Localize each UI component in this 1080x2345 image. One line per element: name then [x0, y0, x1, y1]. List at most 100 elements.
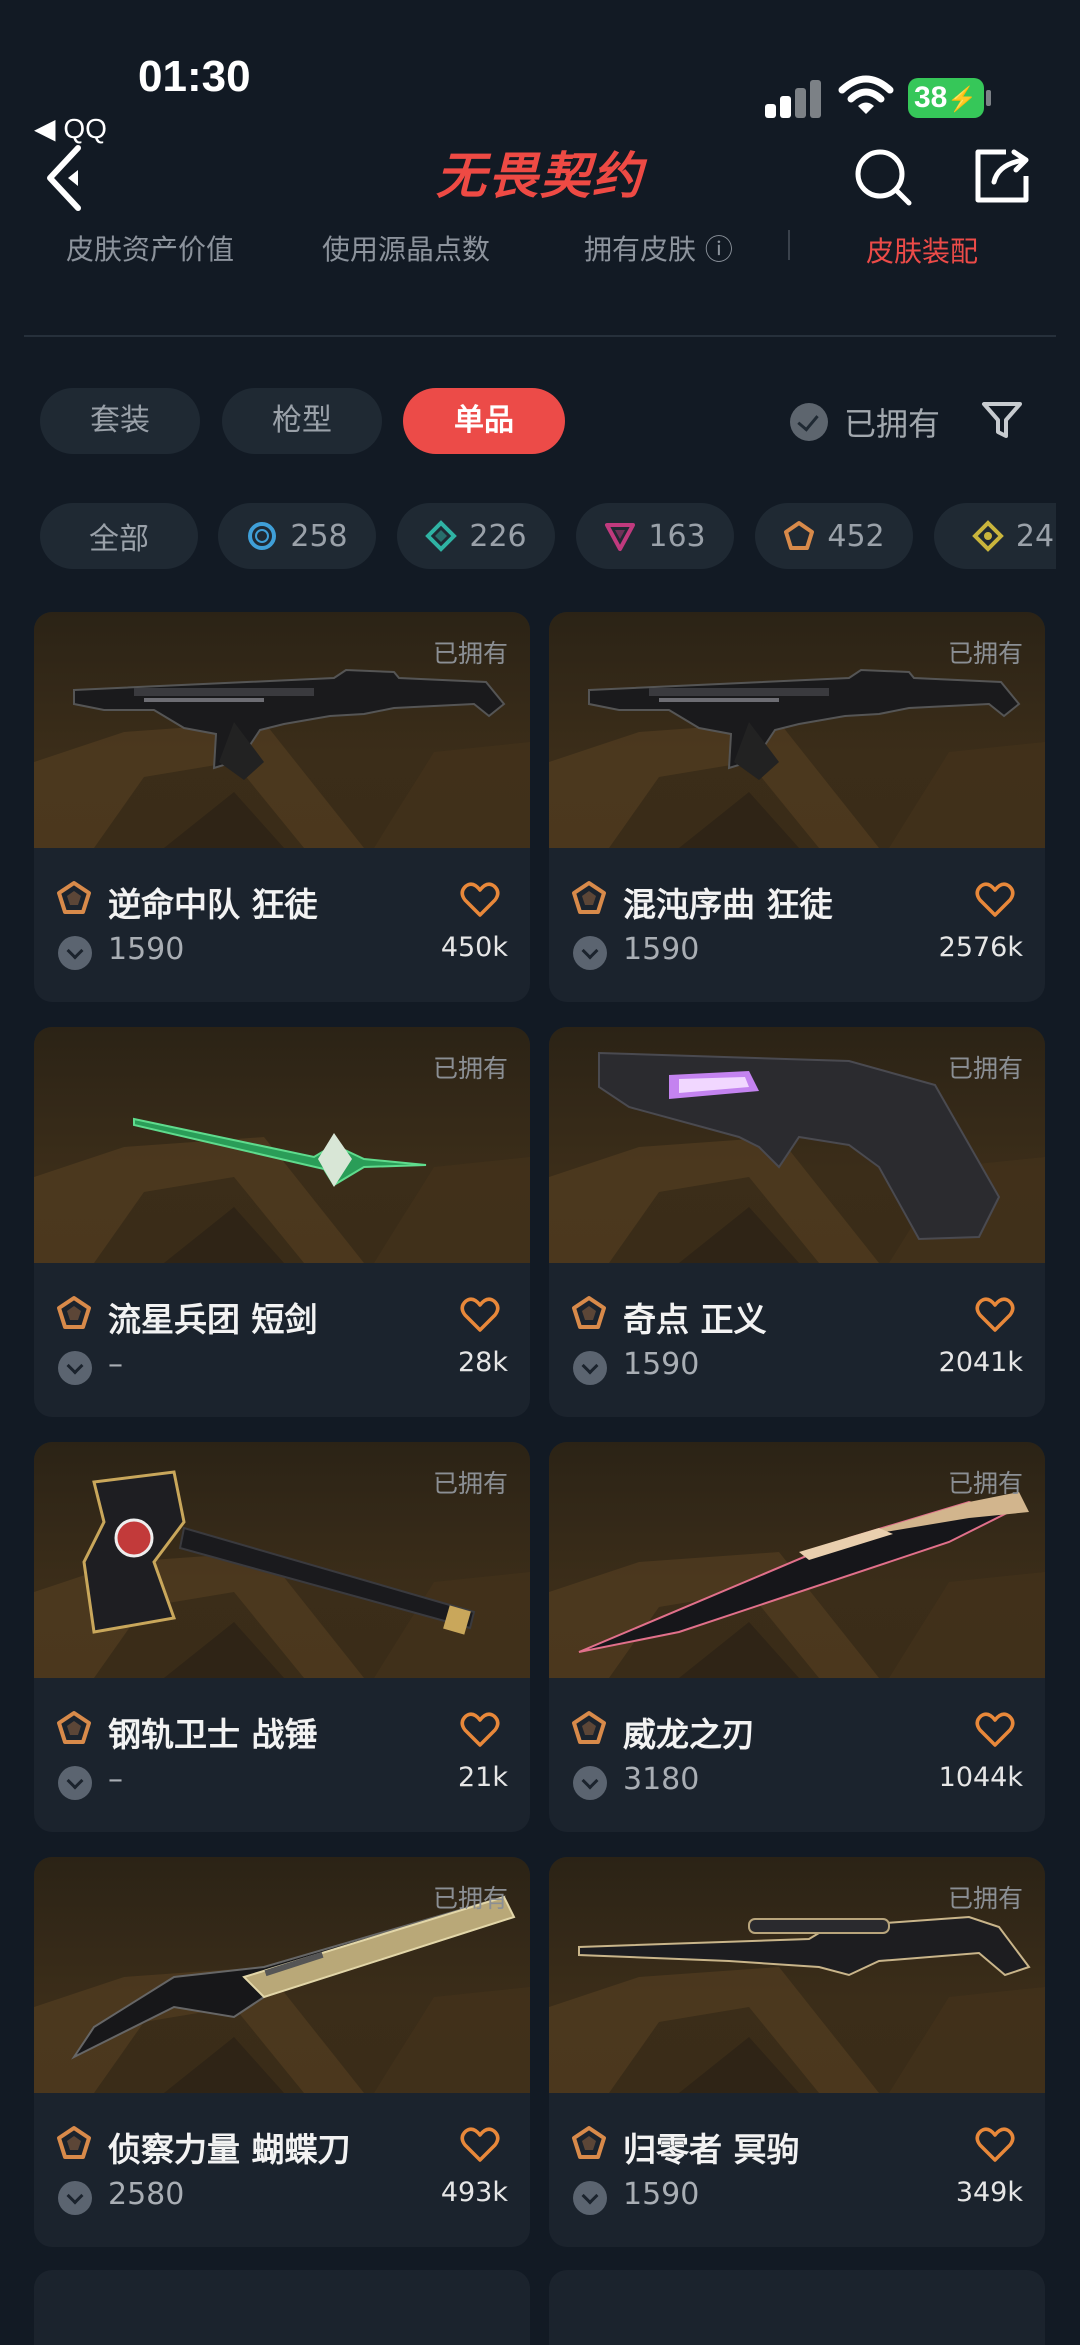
- skin-name: 归零者 冥驹: [623, 2130, 800, 2169]
- owned-filter-toggle[interactable]: 已拥有: [790, 398, 940, 446]
- battery-tip: [986, 90, 991, 106]
- tab-single-items[interactable]: 单品: [403, 388, 565, 454]
- like-count: 450k: [440, 932, 508, 963]
- rarity-filter-all[interactable]: 全部: [40, 503, 198, 569]
- heart-icon[interactable]: [460, 1712, 500, 1748]
- owned-tag: 已拥有: [432, 1884, 508, 1913]
- stat-owned-skins-label[interactable]: 拥有皮肤 ⓘ: [584, 228, 733, 266]
- skin-price: –: [108, 1762, 123, 1797]
- skin-card[interactable]: 已拥有 逆命中队 狂徒 1590 450k: [34, 612, 530, 1002]
- back-arrow-icon[interactable]: [40, 140, 96, 216]
- rarity-filter-deluxe[interactable]: 226: [397, 503, 555, 569]
- rarity-filter-label: 全部: [89, 522, 149, 557]
- check-circle-icon: [790, 403, 828, 441]
- rarity-filter-row: 全部 258 226 163 452 24: [0, 500, 1056, 580]
- rarity-filter-exclusive[interactable]: 452: [755, 503, 913, 569]
- owned-tag: 已拥有: [432, 1054, 508, 1083]
- like-count: 349k: [955, 2177, 1023, 2208]
- skin-card[interactable]: 已拥有 流星兵团 短剑 – 28k: [34, 1027, 530, 1417]
- skin-name: 混沌序曲 狂徒: [623, 885, 833, 924]
- valorant-points-icon: [573, 2181, 607, 2215]
- rarity-count: 24: [1015, 518, 1055, 554]
- owned-tag: 已拥有: [947, 639, 1023, 668]
- filter-icon[interactable]: [980, 398, 1024, 442]
- exclusive-tier-icon: [57, 1296, 91, 1329]
- skin-name: 流星兵团 短剑: [108, 1300, 318, 1339]
- skin-card[interactable]: 已拥有 奇点 正义 1590 2041k: [549, 1027, 1045, 1417]
- rhombus-icon: [972, 520, 1004, 552]
- diamond-icon: [425, 520, 458, 552]
- skin-price: –: [108, 1347, 123, 1382]
- owned-tag: 已拥有: [947, 1054, 1023, 1083]
- app-title: 无畏契约: [436, 147, 644, 205]
- skin-card-partial[interactable]: [34, 2270, 530, 2345]
- heart-icon[interactable]: [975, 882, 1015, 918]
- skin-card[interactable]: 已拥有 钢轨卫士 战锤 – 21k: [34, 1442, 530, 1832]
- rarity-count: 452: [827, 518, 885, 554]
- skin-image: 已拥有: [34, 1857, 530, 2093]
- skin-card[interactable]: 已拥有 归零者 冥驹 1590 349k: [549, 1857, 1045, 2247]
- heart-icon[interactable]: [460, 1297, 500, 1333]
- tab-weapon-type[interactable]: 枪型: [222, 388, 382, 454]
- rarity-filter-select[interactable]: 258: [218, 503, 376, 569]
- like-count: 493k: [440, 2177, 508, 2208]
- exclusive-tier-icon: [57, 1711, 91, 1744]
- exclusive-tier-icon: [572, 2126, 606, 2159]
- like-count: 28k: [458, 1347, 508, 1378]
- search-icon[interactable]: [852, 146, 914, 208]
- skin-image: 已拥有: [34, 1442, 530, 1678]
- skin-image: 已拥有: [549, 1857, 1045, 2093]
- divider: [24, 335, 1056, 337]
- heart-icon[interactable]: [460, 882, 500, 918]
- skin-price: 1590: [623, 2177, 700, 2212]
- like-count: 21k: [458, 1762, 508, 1793]
- exclusive-tier-icon: [572, 1711, 606, 1744]
- valorant-points-icon: [58, 936, 92, 970]
- battery-level: 38: [914, 81, 948, 114]
- skin-card[interactable]: 已拥有 混沌序曲 狂徒 1590 2576k: [549, 612, 1045, 1002]
- exclusive-tier-icon: [572, 1296, 606, 1329]
- divider: [788, 230, 790, 260]
- skin-card[interactable]: 已拥有 威龙之刃 3180 1044k: [549, 1442, 1045, 1832]
- battery-indicator: 38⚡: [908, 78, 984, 118]
- tab-bundles[interactable]: 套装: [40, 388, 200, 454]
- like-count: 2576k: [938, 932, 1023, 963]
- rarity-filter-ultra[interactable]: 24: [934, 503, 1056, 569]
- heart-icon[interactable]: [975, 1297, 1015, 1333]
- skin-name: 逆命中队 狂徒: [108, 885, 318, 924]
- skin-price: 2580: [108, 2177, 185, 2212]
- skin-image: 已拥有: [34, 612, 530, 848]
- wifi-icon: [838, 75, 894, 114]
- skin-card-partial[interactable]: [549, 2270, 1045, 2345]
- rarity-filter-premium[interactable]: 163: [576, 503, 734, 569]
- circle-icon: [248, 522, 277, 550]
- stat-skin-loadout-label[interactable]: 皮肤装配: [866, 230, 978, 266]
- exclusive-tier-icon: [57, 881, 91, 914]
- skin-image: 已拥有: [34, 1027, 530, 1263]
- like-count: 2041k: [938, 1347, 1023, 1378]
- heart-icon[interactable]: [975, 1712, 1015, 1748]
- share-icon[interactable]: [972, 146, 1032, 206]
- skin-name: 侦察力量 蝴蝶刀: [108, 2130, 351, 2169]
- status-time: 01:30: [138, 52, 251, 101]
- skin-price: 3180: [623, 1762, 700, 1797]
- owned-tag: 已拥有: [947, 1469, 1023, 1498]
- status-bar: 01:30 ◀ QQ 38⚡: [0, 0, 1080, 144]
- valorant-points-icon: [58, 2181, 92, 2215]
- exclusive-tier-icon: [572, 881, 606, 914]
- skin-card[interactable]: 已拥有 侦察力量 蝴蝶刀 2580 493k: [34, 1857, 530, 2247]
- owned-tag: 已拥有: [432, 639, 508, 668]
- heart-icon[interactable]: [460, 2127, 500, 2163]
- skin-price: 1590: [623, 932, 700, 967]
- stat-points-used-label[interactable]: 使用源晶点数: [322, 228, 490, 266]
- pentagon-icon: [784, 521, 815, 550]
- exclusive-tier-icon: [57, 2126, 91, 2159]
- stat-asset-value-label[interactable]: 皮肤资产价值: [66, 228, 234, 266]
- skin-image: 已拥有: [549, 1442, 1045, 1678]
- skin-name: 奇点 正义: [623, 1300, 767, 1339]
- skin-name: 钢轨卫士 战锤: [108, 1715, 318, 1754]
- owned-tag: 已拥有: [432, 1469, 508, 1498]
- skin-price: 1590: [108, 932, 185, 967]
- valorant-points-icon: [58, 1351, 92, 1385]
- heart-icon[interactable]: [975, 2127, 1015, 2163]
